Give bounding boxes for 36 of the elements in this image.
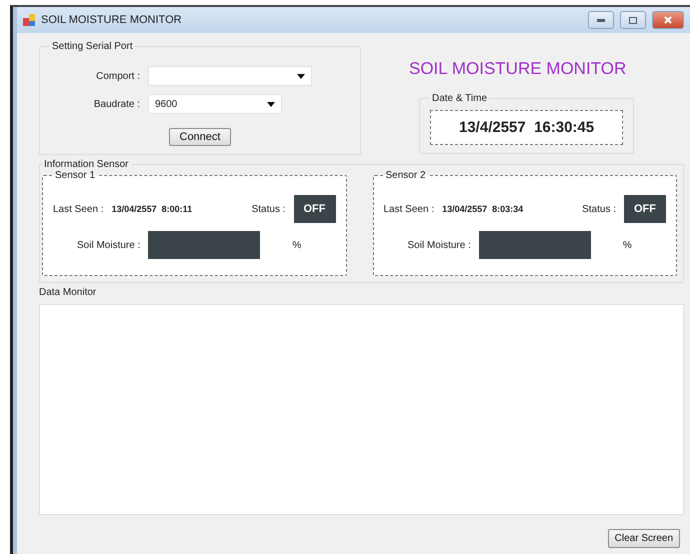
close-button[interactable] <box>652 11 684 29</box>
percent-unit: % <box>292 240 302 250</box>
last-seen-label: Last Seen : <box>384 204 434 214</box>
last-seen-label: Last Seen : <box>53 204 104 214</box>
group-title: Date & Time <box>431 93 488 104</box>
group-title: Setting Serial Port <box>51 41 134 52</box>
soil-moisture-label: Soil Moisture : <box>77 240 140 250</box>
dropdown-field[interactable]: 9600 <box>148 94 282 114</box>
clear-screen-button[interactable]: Clear Screen <box>608 529 680 548</box>
minimize-icon <box>597 18 605 22</box>
dropdown-field[interactable] <box>148 66 312 86</box>
percent-unit: % <box>622 240 632 250</box>
last-seen-value: 13/04/2557 8:03:34 <box>442 204 524 214</box>
date-time-value: 13/4/2557 16:30:45 <box>430 110 624 145</box>
dropdown-arrow-icon[interactable] <box>267 102 275 106</box>
window-title: SOIL MOISTURE MONITOR <box>41 14 183 26</box>
status-indicator: OFF <box>624 195 666 223</box>
field-label: Baudrate : <box>92 98 140 110</box>
sensor-title: Sensor 1 <box>54 170 96 181</box>
close-icon <box>664 16 672 24</box>
group-title: Information Sensor <box>43 159 130 170</box>
status-indicator: OFF <box>294 195 336 223</box>
status-label: Status : <box>252 204 286 214</box>
status-label: Status : <box>582 204 616 214</box>
sensor-title: Sensor 2 <box>384 170 427 181</box>
data-monitor-label: Data Monitor <box>39 287 98 298</box>
app-heading: SOIL MOISTURE MONITOR <box>409 59 628 79</box>
dropdown-arrow-icon[interactable] <box>297 74 305 78</box>
maximize-icon <box>629 16 637 24</box>
field-label: Comport : <box>95 70 140 82</box>
app-icon <box>23 14 35 26</box>
last-seen-value: 13/04/2557 8:00:11 <box>112 204 194 214</box>
connect-button[interactable]: Connect <box>168 128 232 146</box>
minimize-button[interactable] <box>588 11 614 29</box>
maximize-button[interactable] <box>620 11 646 29</box>
soil-moisture-label: Soil Moisture : <box>408 240 471 250</box>
